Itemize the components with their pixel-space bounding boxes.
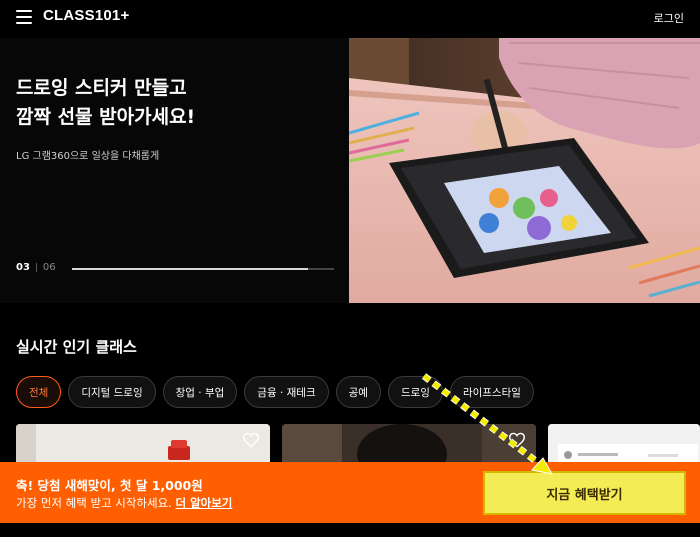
- brand-logo[interactable]: CLASS101+: [43, 7, 129, 24]
- hero-text-panel: 드로잉 스티커 만들고 깜짝 선물 받아가세요! LG 그램360으로 일상을 …: [0, 38, 349, 303]
- category-chip-list: 전체 디지털 드로잉 창업 · 부업 금융 · 재테크 공예 드로잉 라이프스타…: [16, 376, 534, 408]
- class-card-2-thumbnail: [282, 424, 536, 464]
- hero-illustration: [349, 38, 700, 303]
- login-link[interactable]: 로그인: [654, 10, 684, 26]
- category-chip-lifestyle[interactable]: 라이프스타일: [449, 376, 534, 408]
- class-card-1-thumbnail: [16, 424, 270, 464]
- class-card-2[interactable]: [282, 424, 536, 464]
- hero-image-tablet-drawing[interactable]: [349, 38, 700, 303]
- hamburger-menu-icon[interactable]: [16, 10, 32, 24]
- promo-description: 가장 먼저 혜택 받고 시작하세요. 더 알아보기: [16, 495, 232, 511]
- hero-subtitle: LG 그램360으로 일상을 다채롭게: [16, 151, 160, 162]
- pager-divider: [35, 263, 37, 272]
- category-chip-craft[interactable]: 공예: [335, 376, 381, 408]
- pager-current: 03: [16, 262, 30, 273]
- hero-title-line-1: 드로잉 스티커 만들고: [16, 77, 187, 99]
- category-chip-digital-drawing[interactable]: 디지털 드로잉: [68, 376, 156, 408]
- heart-icon[interactable]: [508, 432, 526, 448]
- category-chip-startup[interactable]: 창업 · 부업: [162, 376, 238, 408]
- class-card-3[interactable]: [548, 424, 700, 464]
- class-card-1[interactable]: [16, 424, 270, 464]
- get-benefit-button[interactable]: 지금 혜택받기: [483, 471, 686, 515]
- promo-headline: 축! 당첨 새해맞이, 첫 달 1,000원: [16, 478, 203, 493]
- hero-banner[interactable]: 드로잉 스티커 만들고 깜짝 선물 받아가세요! LG 그램360으로 일상을 …: [0, 38, 700, 303]
- hero-title: 드로잉 스티커 만들고 깜짝 선물 받아가세요!: [16, 74, 336, 132]
- hero-progress-fill: [72, 268, 308, 270]
- heart-icon[interactable]: [242, 432, 260, 448]
- promo-description-text: 가장 먼저 혜택 받고 시작하세요.: [16, 496, 172, 510]
- category-chip-all[interactable]: 전체: [16, 376, 62, 408]
- learn-more-link[interactable]: 더 알아보기: [175, 496, 232, 510]
- top-header: CLASS101+ 로그인: [0, 0, 700, 38]
- bottom-strip: [0, 523, 700, 537]
- class-card-3-thumbnail: [548, 424, 700, 464]
- hero-title-line-2: 깜짝 선물 받아가세요!: [16, 106, 196, 128]
- category-chip-drawing[interactable]: 드로잉: [387, 376, 443, 408]
- section-title-popular-classes: 실시간 인기 클래스: [16, 338, 137, 356]
- category-chip-finance[interactable]: 금융 · 재테크: [244, 376, 329, 408]
- pager-total: 06: [42, 262, 56, 273]
- promo-banner: 축! 당첨 새해맞이, 첫 달 1,000원 가장 먼저 혜택 받고 시작하세요…: [0, 462, 700, 523]
- hero-progress-track: [72, 268, 334, 270]
- hero-pager: 03 06: [16, 262, 56, 273]
